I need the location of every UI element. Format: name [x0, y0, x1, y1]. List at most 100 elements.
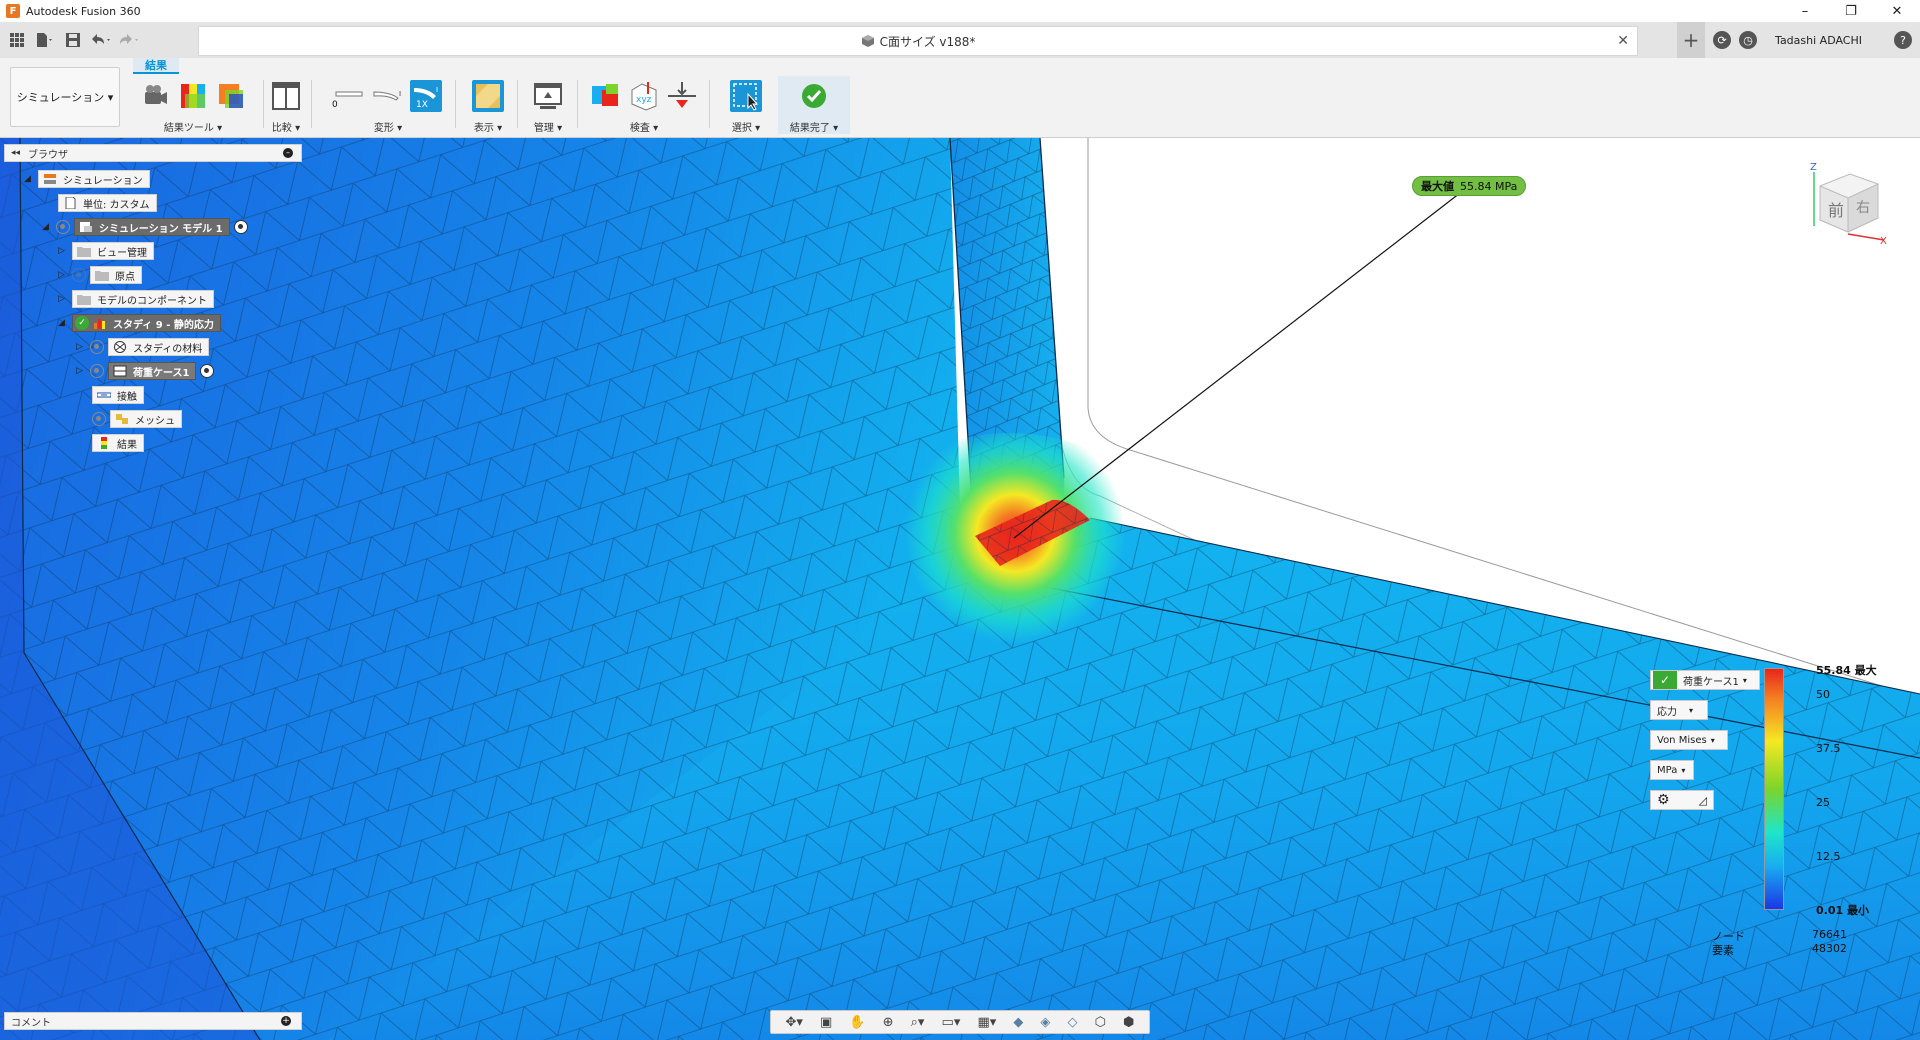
close-window-button[interactable]: ✕ [1874, 0, 1920, 22]
tree-node-components[interactable]: ▷ モデルのコンポーネント [58, 290, 214, 308]
workspace-switcher-button[interactable]: シミュレーション ▾ [10, 67, 120, 127]
select-label[interactable]: 選択 ▾ [724, 119, 768, 134]
grid-settings-icon[interactable]: ▦▾ [977, 1015, 996, 1030]
wireframe-icon[interactable]: ⬡ [1095, 1015, 1106, 1030]
expand-arrow-icon[interactable]: ▷ [58, 270, 68, 280]
extensions-icon[interactable]: ⟳ [1713, 31, 1732, 49]
expand-arrow-icon[interactable]: ▷ [58, 246, 68, 256]
color-legend-bar [1764, 668, 1784, 910]
visibility-eye-icon[interactable] [90, 364, 104, 378]
deformation-label[interactable]: 変形 ▾ [326, 119, 450, 134]
tree-node-simulation[interactable]: ◢ シミュレーション [24, 170, 150, 188]
chevron-down-icon: ▾ [1681, 765, 1686, 775]
maximize-button[interactable]: ❐ [1828, 0, 1874, 22]
tree-label-results: 結果 [117, 439, 137, 451]
visual-style-hidden-icon[interactable]: ◇ [1067, 1015, 1077, 1030]
inspect-label[interactable]: 検査 ▾ [584, 119, 704, 134]
deform-zero-label: 0 [332, 100, 338, 110]
tree-node-results[interactable]: 結果 [92, 434, 144, 452]
visibility-eye-icon[interactable] [92, 412, 106, 426]
legend-tick-min: 0.01 最小 [1816, 904, 1869, 917]
visibility-eye-icon[interactable] [90, 340, 104, 354]
stress-component-dropdown[interactable]: Von Mises ▾ [1650, 730, 1728, 750]
chevron-down-icon: ▾ [1689, 705, 1694, 715]
tree-node-study[interactable]: ◢ ✓ スタディ 9 - 静的応力 [58, 314, 221, 332]
visual-style-edges-icon[interactable]: ◈ [1040, 1015, 1050, 1030]
zoom-window-icon[interactable]: ⌕▾ [911, 1015, 925, 1030]
viewcube-icon[interactable]: 前 右 Z X [1800, 156, 1890, 246]
expand-arrow-icon[interactable]: ◢ [42, 222, 52, 232]
data-panel-grid-icon[interactable] [6, 29, 28, 51]
load-case-dropdown[interactable]: ✓ 荷重ケース1 ▾ [1650, 670, 1760, 690]
expand-arrow-icon[interactable]: ▷ [76, 366, 86, 376]
plane-cuts-icon[interactable] [666, 80, 698, 112]
visibility-eye-icon[interactable] [56, 220, 70, 234]
color-map-icon[interactable] [177, 80, 209, 112]
finish-results-check-icon[interactable] [798, 80, 830, 112]
tree-label-mesh: メッシュ [135, 415, 175, 427]
expand-arrow-icon[interactable]: ◢ [24, 174, 34, 184]
tree-node-units[interactable]: 単位: カスタム [58, 194, 157, 212]
result-type-dropdown[interactable]: 応力 ▾ [1650, 700, 1708, 720]
legend-scale-icon[interactable]: ◿ [1699, 794, 1707, 807]
minimize-button[interactable]: – [1782, 0, 1828, 22]
manage-settings-icon[interactable] [532, 80, 564, 112]
compare-label[interactable]: 比較 ▾ [266, 119, 306, 134]
result-tools-label[interactable]: 結果ツール ▾ [128, 119, 258, 134]
browser-pin-icon[interactable]: – [283, 148, 293, 158]
look-at-icon[interactable]: ▣ [820, 1015, 832, 1030]
browser-panel: ◂◂ ブラウザ – [4, 144, 302, 162]
activate-radio-icon[interactable] [233, 220, 248, 234]
close-document-icon[interactable]: ✕ [1617, 33, 1629, 49]
tree-node-view-manager[interactable]: ▷ ビュー管理 [58, 242, 154, 260]
document-tab[interactable]: C面サイズ v188* ✕ [198, 26, 1638, 56]
unit-dropdown[interactable]: MPa ▾ [1650, 760, 1694, 780]
tree-node-mesh[interactable]: メッシュ [92, 410, 182, 428]
browser-header[interactable]: ◂◂ ブラウザ – [4, 144, 302, 162]
user-account[interactable]: Tadashi ADACHI [1775, 34, 1862, 47]
save-icon[interactable] [62, 29, 84, 51]
display-options-icon[interactable] [472, 80, 504, 112]
finish-results-label[interactable]: 結果完了 ▾ [778, 119, 850, 134]
animate-camera-icon[interactable] [139, 80, 171, 112]
orbit-icon[interactable]: ✥▾ [786, 1015, 803, 1030]
compare-split-icon[interactable] [270, 80, 302, 112]
activate-radio-icon[interactable] [200, 364, 215, 378]
manage-label[interactable]: 管理 ▾ [524, 119, 572, 134]
tree-node-load-case[interactable]: ▷ 荷重ケース1 [76, 362, 215, 380]
expand-arrow-icon[interactable]: ▷ [76, 342, 86, 352]
surface-probes-icon[interactable] [590, 80, 622, 112]
result-details-icon[interactable] [215, 80, 247, 112]
tree-node-origin[interactable]: ▷ 原点 [58, 266, 142, 284]
expand-arrow-icon[interactable]: ◢ [58, 318, 68, 328]
tree-node-sim-model[interactable]: ◢ シミュレーション モデル 1 [42, 218, 248, 236]
legend-settings-gear-icon[interactable]: ⚙ [1657, 792, 1670, 808]
canvas-viewport[interactable]: 前 右 Z X [0, 138, 1920, 1040]
deform-adjusted-icon[interactable]: I [372, 80, 404, 112]
pan-icon[interactable]: ✋ [849, 1015, 865, 1030]
section-analysis-icon[interactable]: ⬢ [1123, 1015, 1134, 1030]
expand-arrow-icon[interactable]: ▷ [58, 294, 68, 304]
tree-node-study-materials[interactable]: ▷ スタディの材料 [76, 338, 210, 356]
tree-node-contacts[interactable]: 接触 [92, 386, 144, 404]
stress-result-model[interactable] [0, 138, 1920, 1040]
job-status-icon[interactable]: ◷ [1739, 31, 1758, 49]
visibility-eye-icon[interactable] [72, 268, 86, 282]
display-settings-icon[interactable]: ▭▾ [942, 1015, 961, 1030]
new-tab-button[interactable]: + [1677, 22, 1706, 58]
redo-icon[interactable] [118, 29, 140, 51]
undo-icon[interactable] [90, 29, 112, 51]
display-label[interactable]: 表示 ▾ [464, 119, 512, 134]
zoom-icon[interactable]: ⊕ [883, 1015, 894, 1030]
comments-panel[interactable]: コメント + [4, 1012, 302, 1030]
help-icon[interactable]: ? [1894, 31, 1912, 49]
tab-results[interactable]: 結果 [133, 58, 179, 74]
visual-style-shaded-icon[interactable]: ◆ [1013, 1015, 1023, 1030]
max-value-probe-label[interactable]: 最大値 55.84 MPa [1412, 176, 1527, 196]
select-box-icon[interactable] [730, 80, 762, 112]
add-comment-icon[interactable]: + [281, 1016, 291, 1026]
collapse-browser-icon[interactable]: ◂◂ [11, 148, 20, 158]
file-menu-icon[interactable] [34, 29, 56, 51]
deform-none-icon[interactable] [334, 80, 366, 112]
point-probe-xyz-icon[interactable]: xyz [628, 80, 660, 112]
